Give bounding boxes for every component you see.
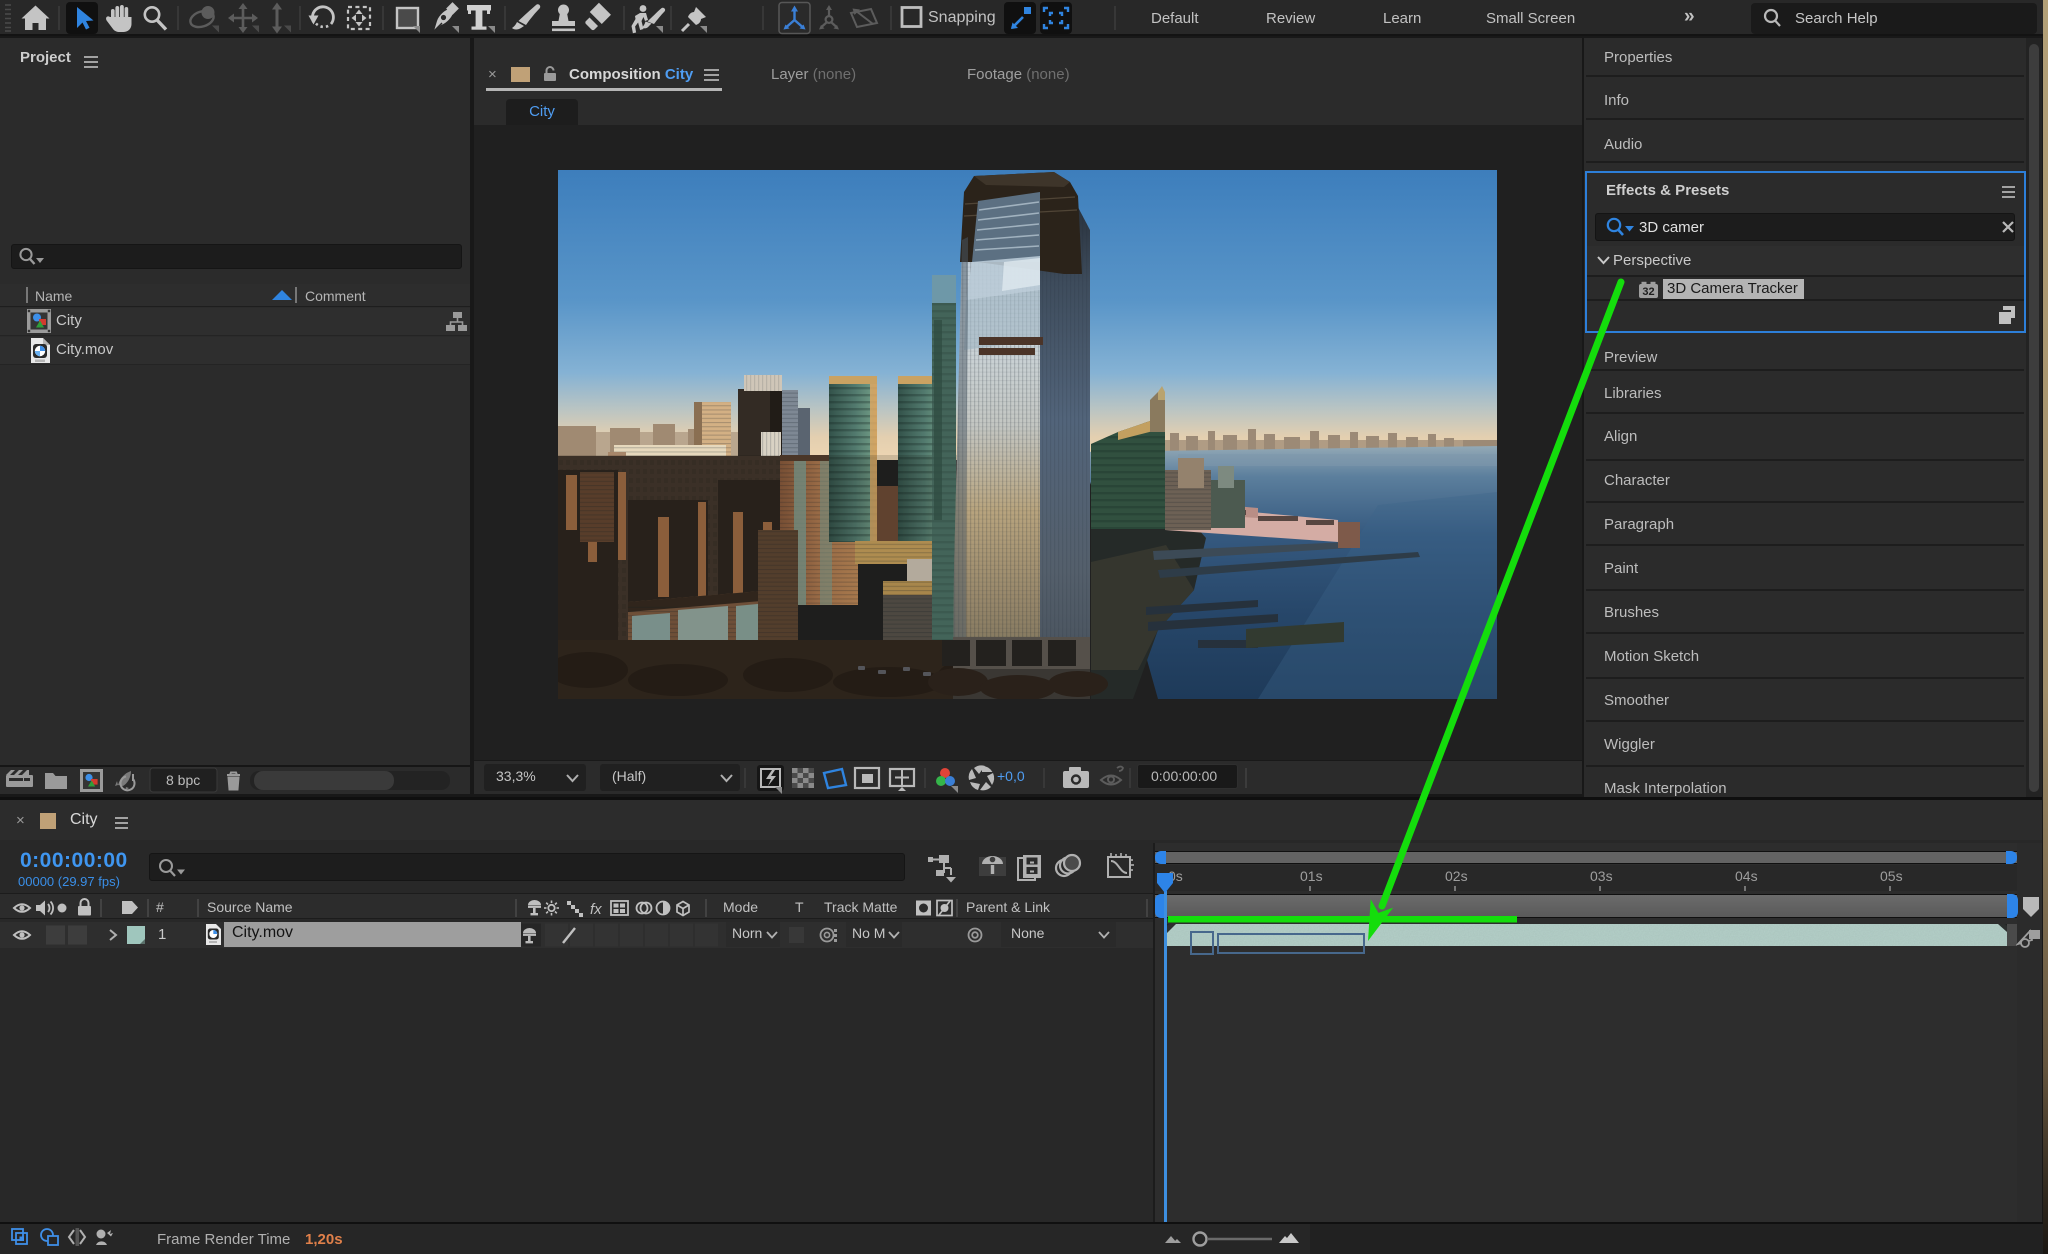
svg-text:32: 32	[1642, 286, 1654, 298]
svg-text:fx: fx	[590, 901, 602, 918]
